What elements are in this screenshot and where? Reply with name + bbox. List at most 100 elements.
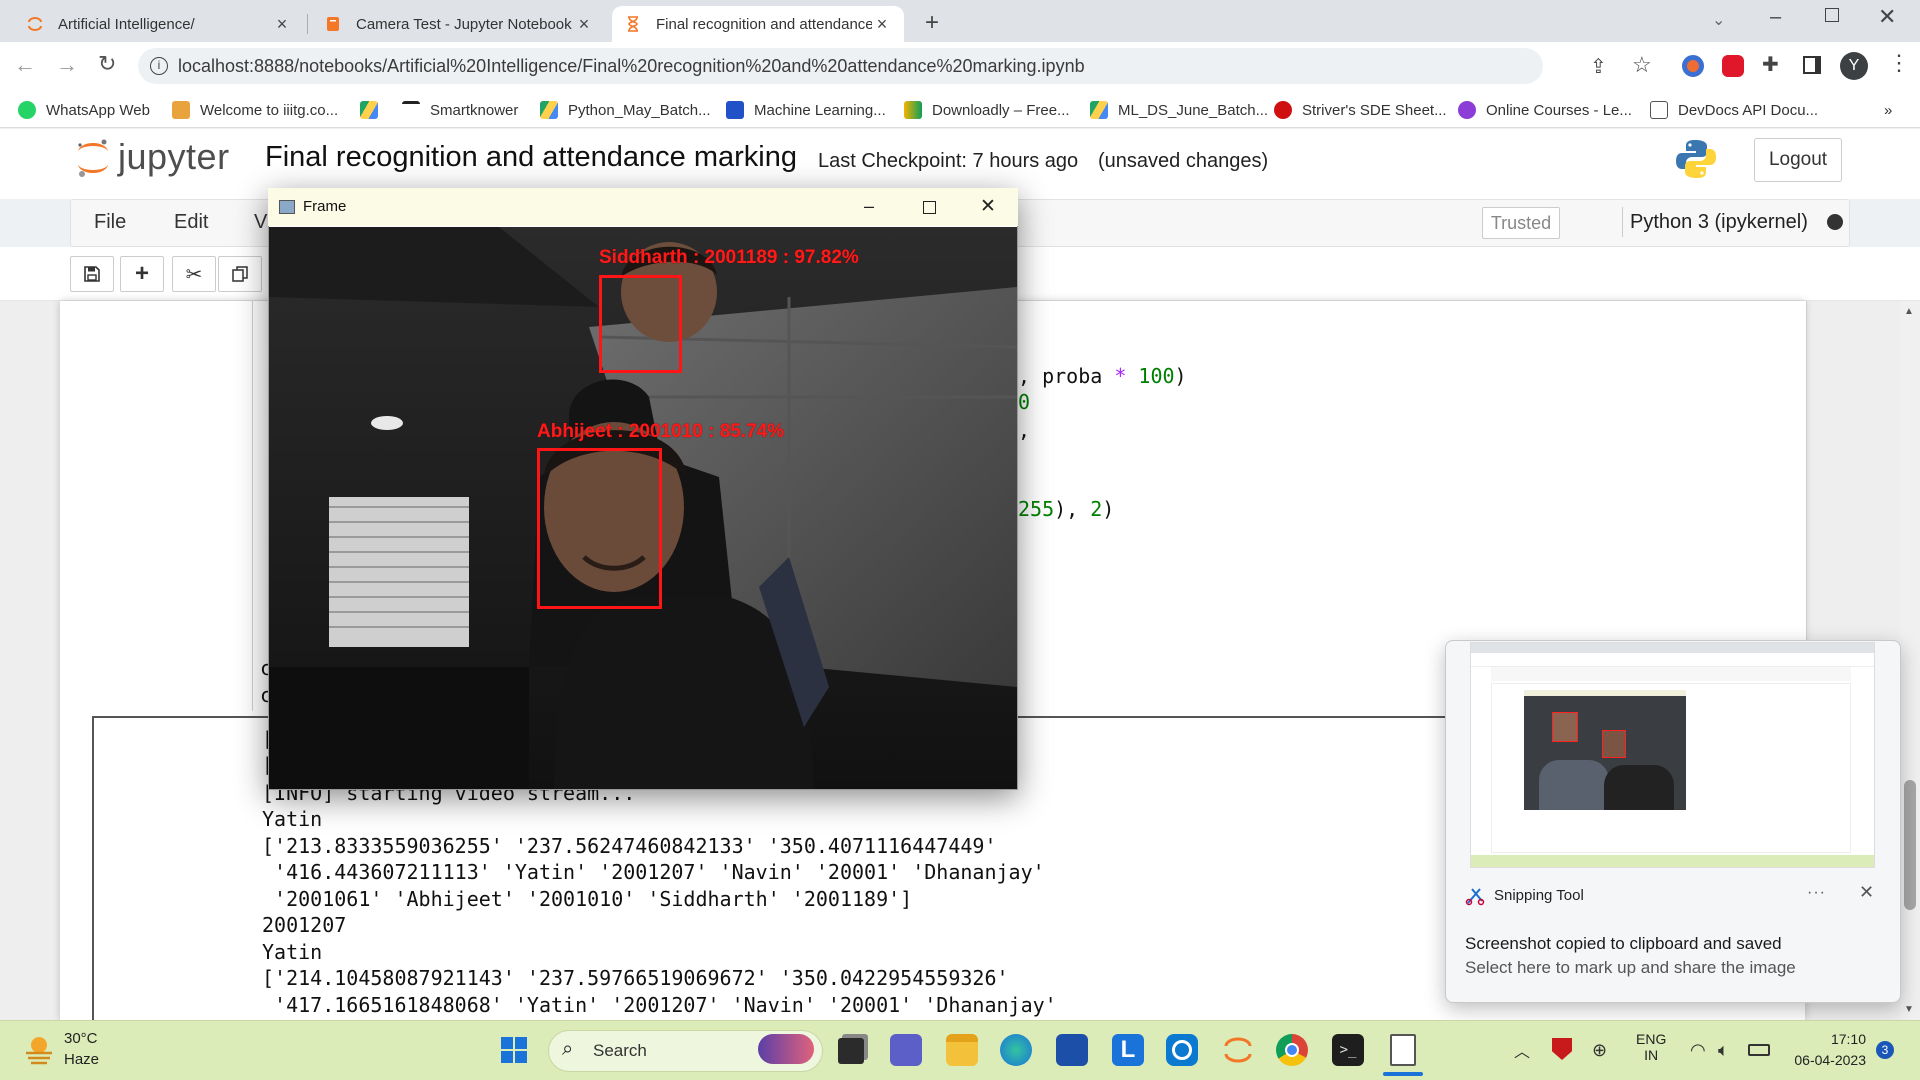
output-line: Yatin bbox=[262, 807, 323, 831]
notification-close-icon[interactable]: ✕ bbox=[1859, 882, 1874, 903]
weather-description[interactable]: Haze bbox=[64, 1051, 99, 1068]
bookmark-whatsapp[interactable]: WhatsApp Web bbox=[18, 96, 150, 124]
close-icon[interactable]: × bbox=[574, 14, 594, 35]
task-view-icon[interactable] bbox=[838, 1038, 864, 1064]
tab-final-recognition[interactable]: Final recognition and attendance × bbox=[612, 6, 904, 42]
share-icon[interactable]: ⇪ bbox=[1590, 54, 1607, 79]
bookmark-ml-ds-june[interactable]: ML_DS_June_Batch... bbox=[1090, 96, 1268, 124]
url-text: localhost:8888/notebooks/Artificial%20In… bbox=[178, 56, 1085, 76]
thumb-face-box bbox=[1602, 730, 1626, 758]
jupyter-taskbar-icon[interactable] bbox=[1222, 1034, 1254, 1066]
tray-chevron-icon[interactable]: ︿ bbox=[1514, 1038, 1530, 1062]
bookmark-online-courses[interactable]: Online Courses - Le... bbox=[1458, 96, 1632, 124]
l-app-icon[interactable]: L bbox=[1112, 1034, 1144, 1066]
notebook-title[interactable]: Final recognition and attendance marking bbox=[265, 141, 797, 174]
notification-more-icon[interactable]: ··· bbox=[1807, 884, 1826, 902]
more-bookmarks-button[interactable]: » bbox=[1884, 96, 1892, 124]
weather-haze-icon[interactable] bbox=[22, 1032, 56, 1066]
copy-button[interactable] bbox=[218, 256, 262, 292]
bookmark-machine-learning[interactable]: Machine Learning... bbox=[726, 96, 886, 124]
logout-button[interactable]: Logout bbox=[1754, 138, 1842, 182]
new-tab-icon[interactable]: + bbox=[925, 9, 939, 37]
bookmark-label: Smartknower bbox=[430, 101, 519, 119]
trusted-indicator[interactable]: Trusted bbox=[1482, 207, 1560, 239]
language-indicator[interactable]: ENG IN bbox=[1636, 1031, 1666, 1063]
bookmark-drive-1[interactable] bbox=[360, 96, 388, 124]
weather-temperature[interactable]: 30°C bbox=[64, 1030, 98, 1047]
bookmark-label: Python_May_Batch... bbox=[568, 101, 711, 119]
bookmark-smartknower[interactable]: Smartknower bbox=[402, 96, 518, 124]
profile-avatar[interactable]: Y bbox=[1840, 52, 1868, 80]
close-icon[interactable]: × bbox=[272, 14, 292, 35]
volume-icon[interactable]: 🔈︎ bbox=[1718, 1040, 1729, 1061]
site-info-icon[interactable]: i bbox=[150, 57, 168, 75]
tab-camera-test[interactable]: Camera Test - Jupyter Notebook × bbox=[312, 6, 606, 42]
frame-titlebar[interactable] bbox=[268, 188, 1018, 226]
code-text: ) bbox=[1174, 364, 1187, 388]
code-text: ) bbox=[1102, 497, 1115, 521]
insert-cell-button[interactable]: + bbox=[120, 256, 164, 292]
screenshot-thumbnail[interactable] bbox=[1470, 642, 1875, 868]
thumb-face-box bbox=[1552, 712, 1578, 742]
camera-feed: Siddharth : 2001189 : 97.82% Abhijeet : … bbox=[269, 227, 1017, 789]
minimize-icon[interactable]: – bbox=[1770, 6, 1781, 29]
network-globe-icon[interactable]: ⊕ bbox=[1592, 1040, 1607, 1061]
forward-icon[interactable]: → bbox=[56, 52, 78, 78]
wifi-icon[interactable]: ◠ bbox=[1690, 1040, 1706, 1061]
battery-icon[interactable] bbox=[1748, 1044, 1770, 1056]
youtube-ext-icon[interactable] bbox=[1722, 55, 1744, 77]
edge-icon[interactable] bbox=[1000, 1034, 1032, 1066]
menu-file[interactable]: File bbox=[94, 211, 126, 234]
frame-minimize-icon[interactable]: – bbox=[864, 196, 874, 217]
page-scrollbar[interactable] bbox=[1900, 301, 1920, 1020]
microsoft-store-icon[interactable] bbox=[1056, 1034, 1088, 1066]
bookmark-star-icon[interactable]: ☆ bbox=[1632, 52, 1652, 78]
frame-maximize-icon[interactable] bbox=[923, 201, 936, 214]
scrollbar-thumb[interactable] bbox=[1904, 780, 1916, 910]
search-highlight-icon[interactable] bbox=[758, 1034, 814, 1064]
tab-artificial-intelligence[interactable]: Artificial Intelligence/ × bbox=[14, 6, 304, 42]
window-close-icon[interactable]: ✕ bbox=[1878, 4, 1896, 30]
active-app-indicator bbox=[1383, 1072, 1423, 1076]
bookmark-striver[interactable]: Striver's SDE Sheet... bbox=[1274, 96, 1447, 124]
bookmark-devdocs[interactable]: DevDocs API Docu... bbox=[1650, 96, 1818, 124]
terminal-icon[interactable]: >_ bbox=[1332, 1034, 1364, 1066]
teams-chat-icon[interactable] bbox=[890, 1034, 922, 1066]
kernel-name[interactable]: Python 3 (ipykernel) bbox=[1630, 211, 1808, 234]
bookmark-label: DevDocs API Docu... bbox=[1678, 101, 1819, 119]
clock-time[interactable]: 17:10 bbox=[1810, 1031, 1866, 1047]
notepad-icon[interactable] bbox=[1390, 1034, 1416, 1066]
scroll-up-icon[interactable]: ▲ bbox=[1904, 306, 1914, 317]
close-icon[interactable]: × bbox=[872, 14, 892, 35]
start-windows-icon[interactable] bbox=[500, 1036, 528, 1064]
bookmark-iiitg[interactable]: Welcome to iiitg.co... bbox=[172, 96, 338, 124]
kernel-busy-indicator bbox=[1827, 214, 1843, 230]
extension-icon[interactable] bbox=[1682, 55, 1704, 77]
cortana-app-icon[interactable] bbox=[1166, 1034, 1198, 1066]
frame-close-icon[interactable]: ✕ bbox=[980, 195, 996, 218]
paper-stack-graphic bbox=[329, 497, 469, 647]
notification-body: Select here to mark up and share the ima… bbox=[1465, 958, 1796, 977]
back-icon[interactable]: ← bbox=[14, 52, 36, 78]
file-explorer-icon[interactable] bbox=[946, 1034, 978, 1066]
reload-icon[interactable]: ↻ bbox=[98, 51, 116, 77]
save-button[interactable] bbox=[70, 256, 114, 292]
jupyter-logo-text[interactable]: jupyter bbox=[118, 136, 230, 178]
bookmark-downloadly[interactable]: Downloadly – Free... bbox=[904, 96, 1070, 124]
chrome-icon[interactable] bbox=[1276, 1034, 1308, 1066]
notification-count-badge[interactable]: 3 bbox=[1876, 1041, 1894, 1059]
maximize-icon[interactable] bbox=[1825, 8, 1839, 22]
striver-icon bbox=[1274, 101, 1292, 119]
drive-icon bbox=[1090, 101, 1108, 119]
menu-edit[interactable]: Edit bbox=[174, 211, 208, 234]
scroll-down-icon[interactable]: ▼ bbox=[1904, 1004, 1914, 1015]
bookmark-python-may[interactable]: Python_May_Batch... bbox=[540, 96, 711, 124]
jupyter-logo-icon[interactable] bbox=[74, 136, 112, 180]
side-panel-icon[interactable] bbox=[1803, 56, 1821, 74]
tab-search-chevron-icon[interactable]: ⌄ bbox=[1712, 10, 1725, 30]
menu-view[interactable]: V bbox=[254, 211, 267, 234]
puzzle-extensions-icon[interactable]: ✚ bbox=[1762, 52, 1779, 77]
menu-kebab-icon[interactable]: ⋮ bbox=[1888, 50, 1910, 76]
cut-button[interactable]: ✂ bbox=[172, 256, 216, 292]
clock-date[interactable]: 06-04-2023 bbox=[1780, 1052, 1866, 1068]
